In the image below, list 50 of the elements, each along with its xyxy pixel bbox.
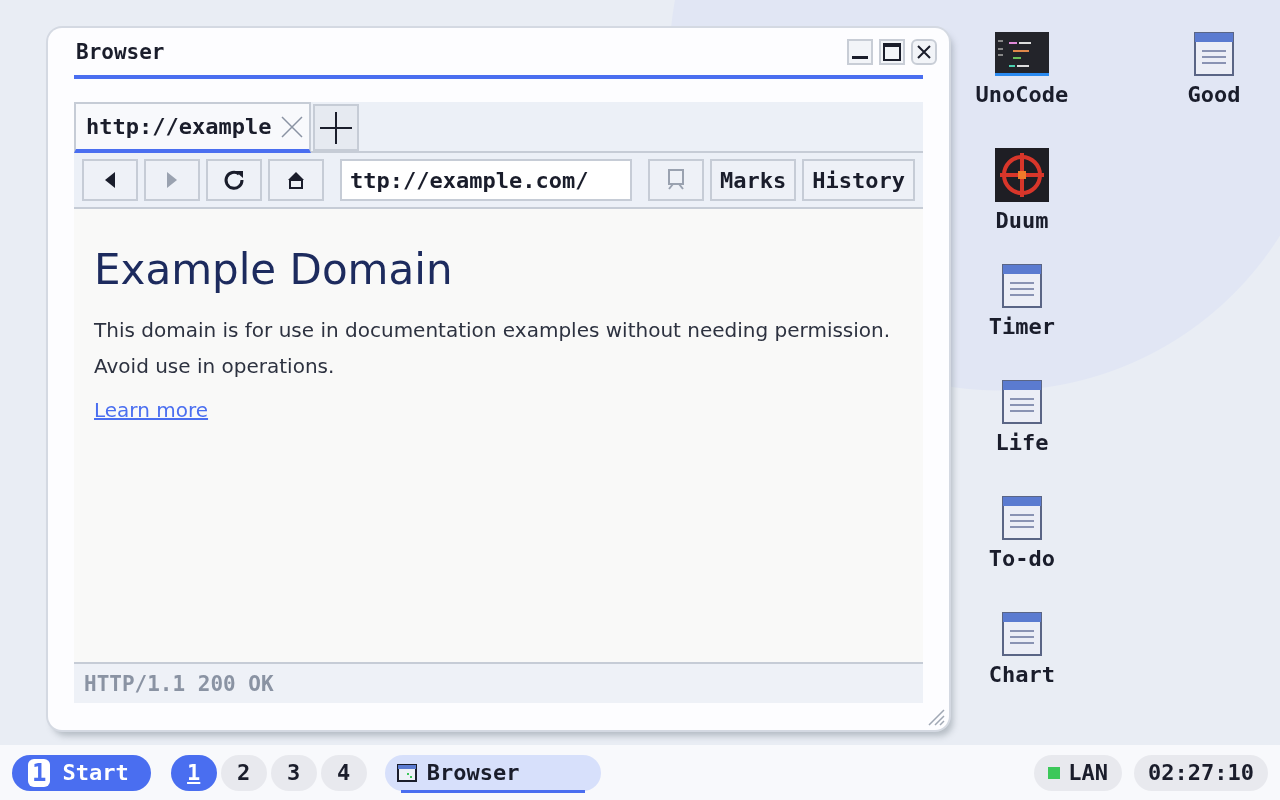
home-icon [287,171,305,189]
status-text: HTTP/1.1 200 OK [84,671,274,696]
page-heading: Example Domain [94,245,454,294]
close-icon[interactable] [281,115,304,138]
window-title: Browser [76,39,165,64]
workspace-button[interactable]: 2 [220,754,267,791]
taskbar-window-button[interactable]: Browser [384,754,601,791]
workspace-button[interactable]: 4 [320,754,367,791]
close-button[interactable] [910,38,937,65]
crosshair-icon [994,148,1049,202]
document-icon [1193,32,1234,76]
document-icon [1001,380,1042,424]
close-icon [915,43,932,60]
document-icon [1001,264,1042,308]
forward-arrow-icon [167,172,177,188]
reload-icon [223,169,245,191]
maximize-icon [882,42,901,61]
code-editor-icon [994,32,1049,76]
network-label: LAN [1068,760,1109,785]
bookmark-icon [667,169,685,191]
document-icon [1001,496,1042,540]
document-icon [1001,612,1042,656]
page-paragraph: This domain is for use in documentation examples without needing permission. Avoid use in operations. [94,317,892,380]
workspace-button[interactable]: 1 [170,754,217,791]
desktop-icon-label[interactable]: Life [995,430,1049,455]
window-icon [396,763,417,782]
address-field[interactable]: ttp://example.com/ [340,159,632,201]
minimize-icon [851,56,868,59]
learn-more-link[interactable]: Learn more [94,398,209,422]
back-button[interactable] [82,159,138,201]
desktop-icon-label[interactable]: Duum [995,208,1049,233]
back-arrow-icon [105,172,115,188]
desktop-icon-label[interactable]: UnoCode [975,82,1069,107]
network-status[interactable]: LAN [1034,754,1123,791]
toolbar-button[interactable]: Marks [710,159,797,201]
minimize-button[interactable] [846,38,873,65]
home-button[interactable] [268,159,324,201]
resize-grip-icon[interactable] [926,708,945,726]
reload-button[interactable] [206,159,262,201]
start-button[interactable]: 1 Start [12,754,151,791]
toolbar-button[interactable]: History [802,159,915,201]
browser-tab[interactable]: http://example [74,102,312,153]
clock[interactable]: 02:27:10 [1134,754,1268,791]
desktop-icon-label[interactable]: Timer [988,314,1056,339]
workspace-button[interactable]: 3 [270,754,317,791]
desktop-icon-label[interactable]: Good [1187,82,1241,107]
maximize-button[interactable] [878,38,905,65]
desktop-icon-label[interactable]: To-do [988,546,1056,571]
desktop-icon-label[interactable]: Chart [988,662,1056,687]
new-tab-button[interactable] [313,104,360,151]
